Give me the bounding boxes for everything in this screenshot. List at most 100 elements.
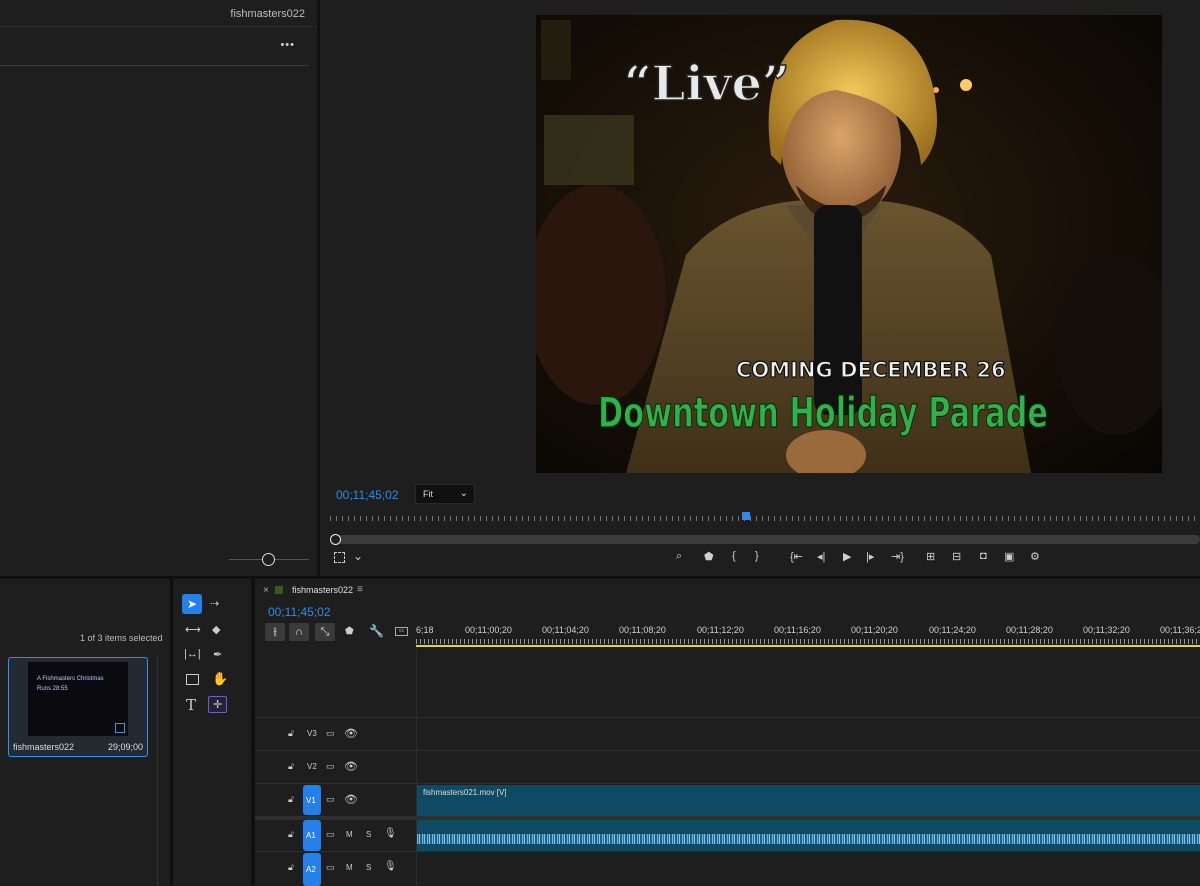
captions-icon[interactable]: cc [395, 627, 408, 636]
ruler-label: 00;11;36;2 [1160, 625, 1200, 635]
chevron-down-icon[interactable]: ⌄ [353, 549, 363, 563]
chevron-down-icon: ⌄ [459, 488, 468, 499]
add-marker-icon[interactable]: ⬟ [704, 550, 714, 563]
thumb-runtime: Runs 28:55 [37, 686, 68, 692]
project-item-duration: 29;09;00 [107, 742, 143, 752]
go-to-in-icon[interactable]: {⇤ [790, 550, 803, 563]
insert-sequence-button[interactable]: ⫲ [265, 623, 285, 641]
timeline-timecode[interactable]: 00;11;45;02 [268, 605, 331, 619]
fit-dropdown-value: Fit [423, 489, 433, 499]
export-frame-icon[interactable]: ◘ [980, 550, 987, 562]
monitor-playhead[interactable] [742, 512, 750, 520]
play-icon[interactable]: ▶ [843, 550, 851, 563]
selection-zoom-icon[interactable] [334, 552, 345, 563]
live-caption: “Live” [624, 56, 790, 112]
eye-icon[interactable]: 👁︎ [344, 727, 358, 740]
eye-icon[interactable]: 👁︎ [344, 760, 358, 773]
program-timecode[interactable]: 00;11;45;02 [336, 488, 399, 502]
mark-in-icon[interactable]: { [732, 550, 736, 562]
solo-button[interactable]: S [366, 863, 371, 872]
close-tab-icon[interactable]: × [263, 585, 269, 596]
mute-button[interactable]: M [346, 830, 353, 839]
marker-icon[interactable]: ⬟ [345, 626, 354, 637]
track-label-v3[interactable]: V3 [307, 729, 317, 738]
sync-lock-icon[interactable]: ▭ [326, 761, 335, 772]
project-panel: 1 of 3 items selected A Fishmasters Chri… [0, 579, 170, 885]
audio-waveform [417, 834, 1200, 844]
time-ruler[interactable]: 6;18 00;11;00;20 00;11;04;20 00;11;08;20… [416, 623, 1200, 649]
sync-lock-icon[interactable]: ▭ [326, 862, 335, 873]
go-to-out-icon[interactable]: ⇥} [891, 550, 904, 563]
monitor-scrub-bar[interactable] [330, 535, 1200, 544]
extract-icon[interactable]: ⊟ [952, 550, 961, 563]
source-sequence-name[interactable]: fishmasters022 [230, 8, 305, 20]
sync-lock-icon[interactable]: ▭ [326, 794, 335, 805]
source-header: fishmasters022 [0, 0, 317, 27]
rectangle-tool[interactable] [186, 674, 199, 685]
multi-camera-tool[interactable]: ✛ [208, 696, 227, 713]
step-forward-icon[interactable]: |▸ [866, 550, 874, 563]
sync-lock-icon[interactable]: ▭ [326, 728, 335, 739]
lock-icon[interactable]: 🔓︎ [288, 829, 294, 840]
linked-selection-button[interactable]: ⤡ [315, 623, 335, 641]
zoom-slider[interactable] [229, 552, 309, 566]
comparison-view-icon[interactable]: ▣ [1004, 550, 1014, 563]
microphone-icon[interactable]: 🎙︎ [384, 828, 397, 839]
track-target-a2[interactable]: A2 [303, 853, 321, 886]
solo-button[interactable]: S [366, 830, 371, 839]
ruler-label: 00;11;32;20 [1083, 625, 1130, 635]
lift-icon[interactable]: ⊞ [926, 550, 935, 563]
lock-icon[interactable]: 🔓︎ [288, 794, 294, 805]
hand-tool[interactable]: ✋ [212, 671, 228, 687]
project-item-thumbnail: A Fishmasters Christmas Runs 28:55 [28, 662, 128, 736]
match-frame-icon[interactable]: ⌕ [676, 550, 682, 563]
mark-out-icon[interactable]: } [755, 550, 759, 562]
video-scene: “Live” COMING DECEMBER 26 Downtown Holid… [536, 15, 1162, 473]
timeline-panel: × fishmasters022 ≡ 00;11;45;02 ⫲ ∩ ⤡ ⬟ 🔧… [255, 579, 1200, 886]
zoom-slider-handle[interactable] [262, 553, 275, 566]
more-options-button[interactable]: ••• [280, 39, 295, 51]
settings-icon[interactable]: ⚙ [1030, 550, 1040, 563]
ruler-labels: 6;18 00;11;00;20 00;11;04;20 00;11;08;20… [416, 625, 1200, 637]
video-clip[interactable]: fishmasters021.mov [V] [417, 785, 1200, 816]
lock-icon[interactable]: 🔓︎ [288, 728, 294, 739]
ripple-edit-tool[interactable]: ⟷ [185, 623, 201, 636]
pen-tool[interactable]: ✒ [213, 648, 222, 661]
timeline-tab[interactable]: fishmasters022 [292, 585, 353, 595]
eye-icon[interactable]: 👁︎ [344, 793, 358, 806]
project-scrollbar[interactable] [157, 655, 158, 885]
snap-button[interactable]: ∩ [289, 623, 309, 641]
lock-icon[interactable]: 🔓︎ [288, 761, 294, 772]
mute-button[interactable]: M [346, 863, 353, 872]
track-row-v1: 🔓︎ V1 ▭ 👁︎ fishmasters021.mov [V] [255, 783, 1200, 816]
wrench-icon[interactable]: 🔧 [369, 624, 384, 638]
slip-tool[interactable]: |↔| [184, 648, 201, 660]
lock-icon[interactable]: 🔓︎ [288, 862, 294, 873]
video-clip-label: fishmasters021.mov [V] [423, 788, 507, 797]
type-tool[interactable]: T [186, 696, 196, 714]
parade-caption: Downtown Holiday Parade [598, 388, 1048, 437]
razor-tool[interactable]: ◆ [212, 623, 220, 636]
step-back-icon[interactable]: ◂| [817, 550, 825, 563]
monitor-time-ruler[interactable] [330, 512, 1200, 524]
track-label-v2[interactable]: V2 [307, 762, 317, 771]
fit-dropdown[interactable]: Fit ⌄ [415, 484, 475, 504]
scrub-handle[interactable] [330, 534, 341, 545]
ruler-label: 00;11;04;20 [542, 625, 589, 635]
video-frame: “Live” COMING DECEMBER 26 Downtown Holid… [536, 15, 1162, 473]
sync-lock-icon[interactable]: ▭ [326, 829, 335, 840]
ruler-label: 00;11;28;20 [1006, 625, 1053, 635]
ruler-label: 00;11;16;20 [774, 625, 821, 635]
microphone-icon[interactable]: 🎙︎ [384, 861, 397, 872]
sequence-color-swatch [275, 586, 283, 594]
track-target-v1[interactable]: V1 [303, 785, 321, 815]
track-select-tool[interactable]: ⇢ [210, 597, 219, 610]
project-item-card[interactable]: A Fishmasters Christmas Runs 28:55 fishm… [8, 657, 148, 757]
selection-tool[interactable]: ➤ [182, 594, 202, 614]
tab-menu-icon[interactable]: ≡ [357, 584, 363, 595]
work-area-bar[interactable] [416, 645, 1200, 647]
thumb-title: A Fishmasters Christmas [37, 676, 104, 682]
audio-clip-a1[interactable] [417, 820, 1200, 852]
track-target-a1[interactable]: A1 [303, 820, 321, 851]
source-panel: fishmasters022 ••• [0, 0, 317, 576]
